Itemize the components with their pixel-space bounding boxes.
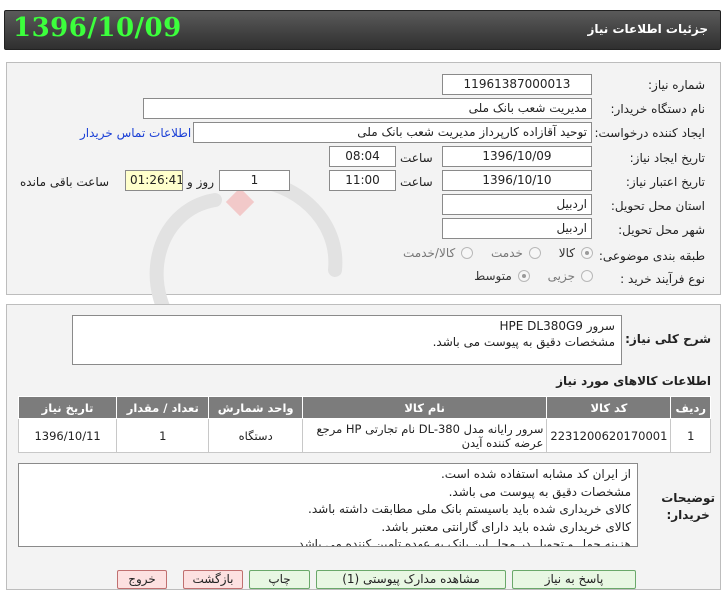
cell-row-number: 1 [670,418,711,453]
description-line: مشخصات دقیق به پیوست می باشد. [432,335,615,349]
radio-selected-icon [517,270,530,282]
column-header: نام کالا [301,396,548,419]
general-description-label: شرح کلی نیاز: [625,332,711,346]
column-header: تاریخ نیاز [17,396,118,419]
requester-label: ایجاد کننده درخواست: [594,126,705,140]
note-line: از ایران کد مشابه استفاده شده است. [440,467,631,481]
description-line: سرور HPE DL380G9 [499,319,615,333]
requester-field: توحید آقازاده کارپرداز مدیریت شعب بانک م… [193,122,592,143]
remaining-time-field: 01:26:41 [125,170,183,191]
items-table: ردیف کد کالا نام کالا واحد شمارش تعداد /… [17,396,711,453]
table-header-row: ردیف کد کالا نام کالا واحد شمارش تعداد /… [17,396,711,419]
process-type-label: نوع فرآیند خرید : [620,272,705,286]
view-attachments-button[interactable]: مشاهده مدارک پیوستی (1) [316,570,506,589]
remaining-time-label: ساعت باقی مانده [20,175,110,189]
radio-icon [461,247,474,259]
column-header: کد کالا [546,396,672,419]
days-label: روز و [187,175,214,189]
category-option-goods-service[interactable]: کالا/خدمت [403,246,474,260]
city-label: شهر محل تحویل: [618,223,705,237]
creation-time-field: 08:04 [329,146,396,167]
days-field: 1 [219,170,290,191]
creation-date-field: 1396/10/09 [442,146,592,167]
buyer-contact-link[interactable]: اطلاعات تماس خریدار [80,126,191,140]
title-bar: 1396/10/09 جزئیات اطلاعات نیاز [4,10,721,50]
respond-button[interactable]: پاسخ به نیاز [512,570,636,589]
buyer-org-field: مدیریت شعب بانک ملی [143,98,592,119]
cell-need-date: 1396/10/11 [17,418,118,453]
creation-time-label: ساعت [400,151,433,165]
table-row: 1 2231200620170001 سرور رایانه مدل DL-38… [17,418,711,453]
city-field: اردبیل [442,218,592,239]
note-line: کالای خریداری شده باید باسیستم بانک ملی … [308,502,631,517]
cell-unit: دستگاه [208,418,303,453]
exit-button[interactable]: خروج [117,570,167,589]
page-title: جزئیات اطلاعات نیاز [587,22,708,36]
category-option-goods[interactable]: کالا [559,246,593,260]
need-number-field: 11961387000013 [442,74,592,95]
radio-selected-icon [581,247,593,259]
validity-time-label: ساعت [400,175,433,189]
column-header: واحد شمارش [208,396,303,419]
cell-quantity: 1 [116,418,210,453]
column-header: ردیف [670,396,711,419]
column-header: تعداد / مقدار [116,396,210,419]
note-line: کالای خریداری شده باید دارای گارانتی معت… [381,519,631,534]
process-option-minor[interactable]: جزیی [548,269,593,283]
cell-item-code: 2231200620170001 [546,418,672,453]
note-line: هزینه حمل و تحویل در محل این بانک به عهد… [294,537,631,547]
process-radio-group: جزیی متوسط [460,269,593,285]
items-section-title: اطلاعات کالاهای مورد نیاز [556,374,711,388]
validity-date-field: 1396/10/10 [442,170,592,191]
note-line: مشخصات دقیق به پیوست می باشد. [448,484,631,499]
radio-icon [581,270,593,282]
category-label: طبقه بندی موضوعی: [598,249,705,263]
print-button[interactable]: چاپ [249,570,310,589]
province-label: استان محل تحویل: [610,199,705,213]
need-number-label: شماره نیاز: [648,78,705,92]
buyer-org-label: نام دستگاه خریدار: [610,102,706,116]
creation-date-label: تاریخ ایجاد نیاز: [629,151,705,165]
category-option-service[interactable]: خدمت [491,246,541,260]
validity-time-field: 11:00 [329,170,396,191]
province-field: اردبیل [442,194,592,215]
cell-item-name: سرور رایانه مدل DL-380 نام تجارتی HP مرج… [301,418,548,453]
process-option-medium[interactable]: متوسط [474,269,530,283]
radio-icon [528,247,541,259]
buyer-notes-label: توضیحات خریدار: [661,491,715,522]
back-button[interactable]: بازگشت [183,570,243,589]
category-radio-group: کالا خدمت کالا/خدمت [389,246,593,262]
buyer-notes-box: از ایران کد مشابه استفاده شده است. مشخصا… [18,463,638,547]
validity-date-label: تاریخ اعتبار نیاز: [625,175,705,189]
header-date: 1396/10/09 [13,13,182,43]
general-description-box: سرور HPE DL380G9 مشخصات دقیق به پیوست می… [72,315,622,365]
